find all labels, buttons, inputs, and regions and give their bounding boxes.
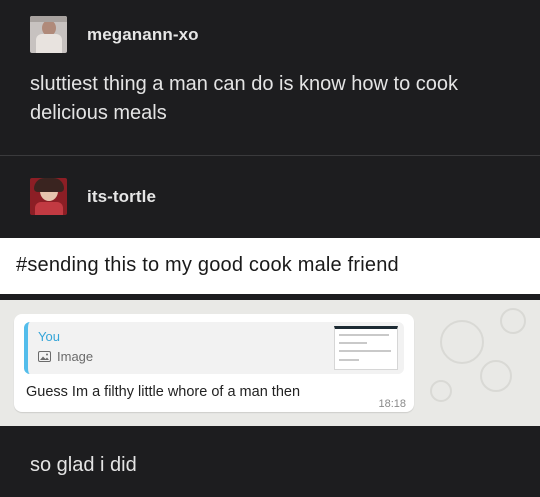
doodle [500, 308, 526, 334]
post-1-author[interactable]: meganann-xo [30, 16, 199, 53]
avatar[interactable] [30, 178, 67, 215]
chat-message-bubble: You Image Guess Im a filthy little whore… [14, 314, 414, 412]
thumb-line [339, 342, 367, 344]
divider [0, 155, 540, 156]
post-2-author[interactable]: its-tortle [30, 178, 156, 215]
doodle [430, 380, 452, 402]
post-text: so glad i did [30, 454, 137, 476]
post-text: #sending this to my good cook male frien… [16, 254, 399, 276]
post-text: sluttiest thing a man can do is know how… [30, 73, 459, 124]
thumb-line [339, 334, 389, 336]
doodle [440, 320, 484, 364]
image-icon [38, 351, 51, 362]
quoted-message[interactable]: You Image [24, 322, 404, 374]
quote-type: Image [38, 349, 93, 364]
chat-screenshot: You Image Guess Im a filthy little whore… [0, 300, 540, 426]
quote-type-label: Image [57, 349, 94, 364]
thumb-line [339, 359, 359, 361]
username[interactable]: meganann-xo [87, 25, 199, 45]
quote-thumbnail[interactable] [334, 326, 398, 370]
quote-author: You [38, 329, 60, 344]
username[interactable]: its-tortle [87, 187, 156, 207]
thumb-line [339, 350, 391, 352]
tags-band: #sending this to my good cook male frien… [0, 238, 540, 294]
message-time: 18:18 [378, 398, 406, 410]
message-text: Guess Im a filthy little whore of a man … [26, 384, 301, 400]
doodle [480, 360, 512, 392]
avatar[interactable] [30, 16, 67, 53]
